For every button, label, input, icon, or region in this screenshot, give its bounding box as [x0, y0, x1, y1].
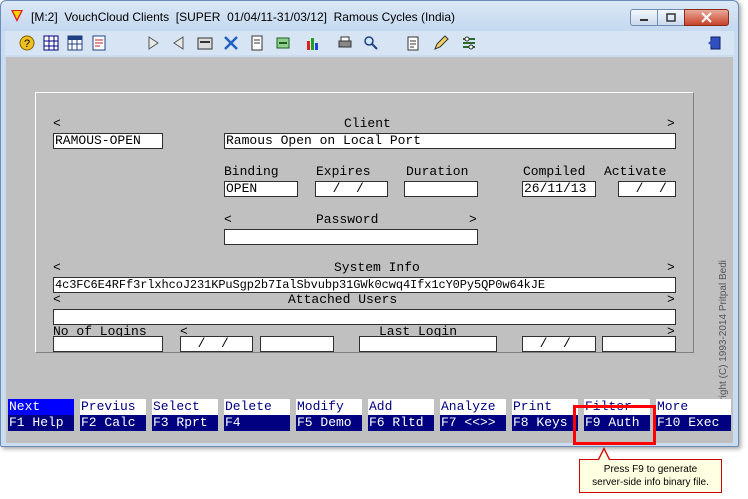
fkey-modify[interactable]: Modify	[296, 399, 362, 415]
play-icon[interactable]	[145, 35, 161, 51]
maximize-icon	[666, 13, 676, 22]
fkey-f8-keys[interactable]: F8 Keys	[512, 415, 578, 431]
minimize-icon	[640, 19, 648, 21]
fkey-f3-report[interactable]: F3 Rprt	[152, 415, 218, 431]
client-label: Client	[344, 116, 391, 131]
login-date-field[interactable]: / /	[180, 336, 253, 352]
edit-icon[interactable]	[433, 35, 449, 51]
fkey-f4[interactable]: F4	[224, 415, 290, 431]
fkey-delete[interactable]: Delete	[224, 399, 290, 415]
duration-field[interactable]	[404, 181, 478, 197]
callout-pointer-fill	[599, 450, 609, 460]
f9-highlight-box	[573, 405, 656, 445]
login-time-field[interactable]	[260, 336, 334, 352]
table-icon[interactable]	[67, 35, 83, 51]
client-name-field[interactable]: Ramous Open on Local Port	[224, 133, 676, 149]
toolbar: ?	[5, 31, 734, 55]
client-code-field[interactable]: RAMOUS-OPEN	[53, 133, 163, 149]
password-label: Password	[316, 212, 379, 227]
password-left-arrow[interactable]: <	[224, 213, 232, 227]
copyright-text: Copyright (C) 1993-2014 Pritpal Bedi	[718, 260, 729, 424]
app-logo-icon	[11, 10, 23, 22]
fkey-f5-demo[interactable]: F5 Demo	[296, 415, 362, 431]
minimize-button[interactable]	[630, 9, 658, 26]
password-right-arrow[interactable]: >	[469, 213, 477, 227]
fkey-f6-related[interactable]: F6 Rltd	[368, 415, 434, 431]
settings-icon[interactable]	[461, 35, 477, 51]
callout-line-1: Press F9 to generate	[603, 464, 698, 475]
fkey-more[interactable]: More	[656, 399, 731, 415]
last-login-date-field[interactable]: / /	[522, 336, 596, 352]
title-bar[interactable]: [M:2] VouchCloud Clients [SUPER 01/04/11…	[1, 1, 738, 31]
exit-icon[interactable]	[707, 35, 723, 51]
expires-field[interactable]: / /	[315, 181, 388, 197]
duration-label: Duration	[406, 164, 469, 179]
printer-icon[interactable]	[337, 35, 353, 51]
tools-icon[interactable]	[223, 35, 239, 51]
close-icon	[701, 12, 712, 23]
app-window: [M:2] VouchCloud Clients [SUPER 01/04/11…	[0, 0, 739, 447]
back-icon[interactable]	[171, 35, 187, 51]
close-button[interactable]	[684, 9, 729, 26]
binding-field[interactable]: OPEN	[224, 181, 298, 197]
fkey-previous[interactable]: Previus	[80, 399, 146, 415]
form-icon[interactable]	[197, 35, 213, 51]
expires-label: Expires	[316, 164, 371, 179]
password-field[interactable]	[224, 229, 478, 245]
binding-label: Binding	[224, 164, 279, 179]
client-form-panel: < Client > RAMOUS-OPEN Ramous Open on Lo…	[35, 92, 694, 353]
attached-left-arrow[interactable]: <	[53, 293, 61, 307]
callout-line-2: server-side info binary file.	[592, 477, 709, 488]
right-arrow[interactable]: >	[667, 117, 675, 131]
clipboard-icon[interactable]	[405, 35, 421, 51]
last-login-field[interactable]	[359, 336, 497, 352]
fkey-f2-calc[interactable]: F2 Calc	[80, 415, 146, 431]
sysinfo-field[interactable]: 4c3FC6E4RFf3rlxhcoJ231KPuSgp2b7IalSbvubp…	[53, 277, 676, 293]
logins-field[interactable]	[53, 336, 163, 352]
client-area: < Client > RAMOUS-OPEN Ramous Open on Lo…	[6, 57, 733, 443]
left-arrow[interactable]: <	[53, 117, 61, 131]
window-title: [M:2] VouchCloud Clients [SUPER 01/04/11…	[31, 10, 455, 24]
sysinfo-label: System Info	[334, 260, 420, 275]
sysinfo-left-arrow[interactable]: <	[53, 261, 61, 275]
find-icon[interactable]	[363, 35, 379, 51]
fkey-select[interactable]: Select	[152, 399, 218, 415]
fkey-f1-help[interactable]: F1 Help	[8, 415, 74, 431]
chart-icon[interactable]	[305, 35, 321, 51]
fkey-print[interactable]: Print	[512, 399, 578, 415]
activate-label: Activate	[604, 164, 667, 179]
fkey-next[interactable]: Next	[8, 399, 74, 415]
fkey-analyze[interactable]: Analyze	[440, 399, 506, 415]
help-icon[interactable]: ?	[19, 35, 35, 51]
fkey-add[interactable]: Add	[368, 399, 434, 415]
transfer-icon[interactable]	[275, 35, 291, 51]
maximize-button[interactable]	[657, 9, 685, 26]
compiled-field[interactable]: 26/11/13	[522, 181, 596, 197]
document-icon[interactable]	[249, 35, 265, 51]
sysinfo-right-arrow[interactable]: >	[667, 261, 675, 275]
grid-icon[interactable]	[43, 35, 59, 51]
fkey-f7[interactable]: F7 <<>>	[440, 415, 506, 431]
fkey-f10-exec[interactable]: F10 Exec	[656, 415, 731, 431]
attached-right-arrow[interactable]: >	[667, 293, 675, 307]
compiled-label: Compiled	[523, 164, 586, 179]
activate-field[interactable]: / /	[618, 181, 676, 197]
report-icon[interactable]	[91, 35, 107, 51]
last-login-time-field[interactable]	[602, 336, 676, 352]
attached-users-field[interactable]	[53, 309, 676, 325]
attached-users-label: Attached Users	[288, 292, 398, 307]
f9-callout: Press F9 to generate server-side info bi…	[579, 459, 722, 493]
svg-text:?: ?	[24, 38, 30, 50]
